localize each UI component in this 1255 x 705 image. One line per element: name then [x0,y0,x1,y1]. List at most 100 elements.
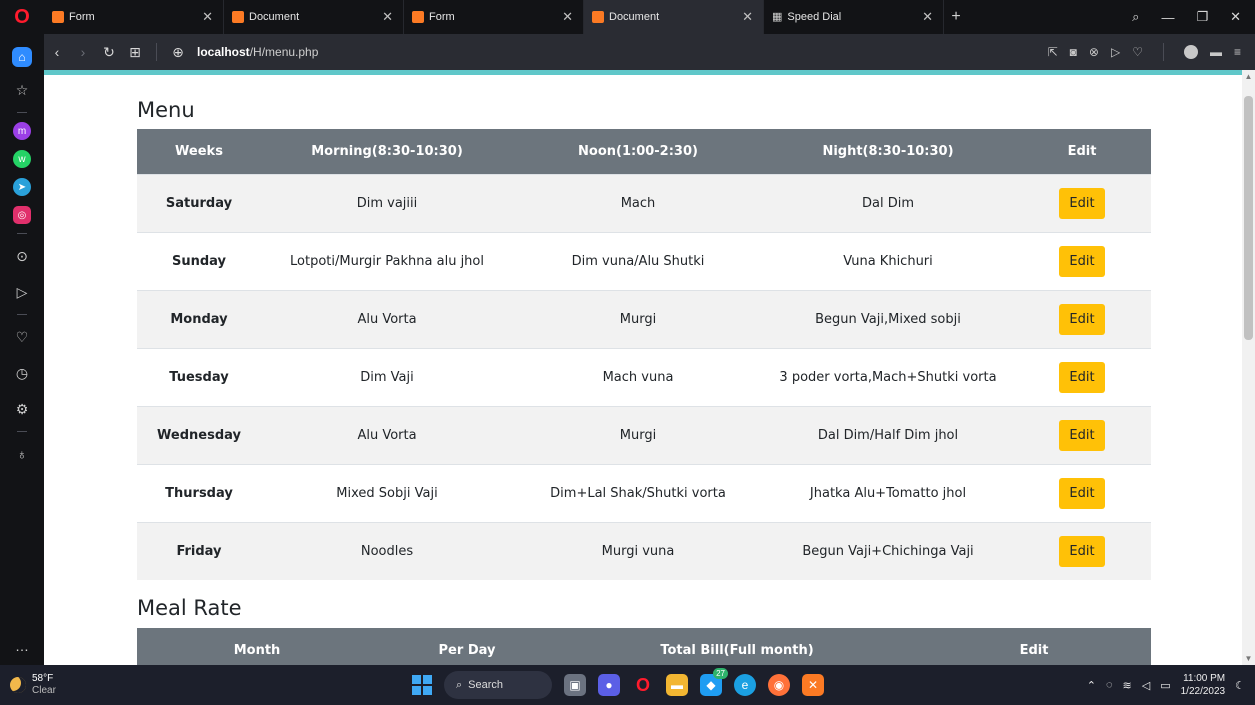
tab-label: Form [69,11,95,23]
column-header-weeks: Weeks [137,129,261,175]
close-icon[interactable]: ✕ [202,9,213,25]
clock-date: 1/22/2023 [1180,686,1226,697]
camera-icon[interactable]: ◙ [1070,45,1077,59]
edge-icon[interactable]: e [734,674,756,696]
edit-button[interactable]: Edit [1059,187,1105,219]
instagram-icon[interactable]: ◎ [13,206,31,224]
tab-document-2[interactable]: Document ✕ [584,0,764,34]
clock[interactable]: 11:00 PM 1/22/2023 [1181,672,1226,698]
day-cell: Saturday [137,173,261,232]
divider [17,314,27,315]
notifications-icon[interactable]: ☾ [1235,679,1245,692]
lightbulb-icon[interactable]: ♁ [9,441,35,467]
volume-icon[interactable]: ◁ [1142,679,1150,692]
morning-cell: Alu Vorta [261,405,513,464]
meet-icon[interactable]: ● [598,674,620,696]
restore-icon[interactable]: ❐ [1196,9,1208,25]
block-icon[interactable]: ⊗ [1089,45,1099,59]
file-explorer-icon[interactable]: ▬ [666,674,688,696]
task-view-icon[interactable]: ▣ [564,674,586,696]
close-window-icon[interactable]: ✕ [1230,9,1241,25]
edit-button[interactable]: Edit [1059,303,1105,335]
opera-logo-icon[interactable]: O [0,0,44,34]
messenger-icon[interactable]: m [13,122,31,140]
edit-button[interactable]: Edit [1059,245,1105,277]
history-icon[interactable]: ◷ [9,360,35,386]
telegram-icon[interactable]: ➤ [13,178,31,196]
url-host: localhost [197,45,250,59]
weather-widget[interactable]: 58°F Clear [0,673,56,697]
back-icon[interactable]: ‹ [44,44,70,60]
table-row: Thursday Mixed Sobji Vaji Dim+Lal Shak/S… [137,463,1151,522]
temperature: 58°F [32,673,54,684]
tabs-grid-icon[interactable]: ⊞ [122,44,148,61]
tab-document-1[interactable]: Document ✕ [224,0,404,34]
tab-speed-dial[interactable]: ▦ Speed Dial ✕ [764,0,944,34]
day-cell: Sunday [137,231,261,290]
search-tabs-icon[interactable]: ⌕ [1132,9,1139,25]
table-row: Wednesday Alu Vorta Murgi Dal Dim/Half D… [137,405,1151,464]
edit-button[interactable]: Edit [1059,477,1105,509]
tab-label: Document [249,11,300,23]
morning-cell: Dim vajiii [261,173,513,232]
column-header-edit: Edit [917,628,1151,665]
morning-cell: Lotpoti/Murgir Pakhna alu jhol [261,231,513,290]
tab-label: Form [429,11,455,23]
battery-icon[interactable]: ▭ [1160,679,1170,692]
wifi-icon[interactable]: ≋ [1123,679,1132,692]
scroll-up-icon[interactable]: ▲ [1242,72,1255,81]
xampp-icon [592,11,604,23]
close-icon[interactable]: ✕ [922,9,933,25]
column-header-noon: Noon(1:00-2:30) [513,129,763,175]
page-scrollbar[interactable]: ▲ ▼ [1242,70,1255,665]
opera-taskbar-icon[interactable]: O [632,674,654,696]
edit-button[interactable]: Edit [1059,361,1105,393]
edit-cell: Edit [1013,173,1151,232]
profile-avatar-icon[interactable] [1183,45,1198,59]
whatsapp-icon[interactable]: w [13,150,31,168]
settings-gear-icon[interactable]: ⚙ [9,396,35,422]
send-icon[interactable]: ▷ [1111,45,1120,59]
table-row: Friday Noodles Murgi vuna Begun Vaji+Chi… [137,521,1151,580]
xampp-taskbar-icon[interactable]: ✕ [802,674,824,696]
network-icon[interactable]: ◌ [1106,679,1113,691]
heart-icon[interactable]: ♡ [9,324,35,350]
store-icon[interactable]: ◆ 27 [700,668,728,696]
player-icon[interactable]: ⊙ [9,243,35,269]
flow-icon[interactable]: ▷ [9,279,35,305]
tab-label: Speed Dial [787,11,842,23]
tab-form-1[interactable]: Form ✕ [44,0,224,34]
star-icon[interactable]: ☆ [9,77,35,103]
new-tab-button[interactable]: + [944,0,968,34]
taskbar-apps: ⌕ Search ▣ ● O ▬ ◆ 27 e ◉ ✕ [412,665,824,705]
forward-icon[interactable]: › [70,44,96,60]
settings-menu-icon[interactable]: ≡ [1234,45,1241,59]
day-cell: Wednesday [137,405,261,464]
close-icon[interactable]: ✕ [742,9,753,25]
edit-button[interactable]: Edit [1059,419,1105,451]
address-bar: ‹ › ↻ ⊞ ⊕ localhost/H/menu.php ⇱ ◙ ⊗ ▷ ♡… [44,34,1255,70]
more-icon[interactable]: … [9,633,35,659]
chevron-up-icon[interactable]: ⌃ [1087,679,1096,692]
heart-icon[interactable]: ♡ [1132,45,1143,59]
tab-form-2[interactable]: Form ✕ [404,0,584,34]
taskbar-search[interactable]: ⌕ Search [444,671,552,699]
scrollbar-thumb[interactable] [1244,96,1253,340]
scroll-down-icon[interactable]: ▼ [1242,654,1255,663]
windows-start-icon[interactable] [412,675,432,695]
url-field[interactable]: localhost/H/menu.php [197,45,318,59]
reload-icon[interactable]: ↻ [96,44,122,61]
divider [156,43,157,61]
minimize-icon[interactable]: — [1161,10,1174,25]
search-label: Search [468,679,504,691]
night-cell: Jhatka Alu+Tomatto jhol [763,463,1013,522]
close-icon[interactable]: ✕ [562,9,573,25]
moon-icon [10,677,26,693]
close-icon[interactable]: ✕ [382,9,393,25]
share-icon[interactable]: ⇱ [1048,45,1058,59]
firefox-icon[interactable]: ◉ [768,674,790,696]
home-icon[interactable]: ⌂ [12,47,32,67]
browser-sidebar: ⌂ ☆ m w ➤ ◎ ⊙ ▷ ♡ ◷ ⚙ ♁ … [0,34,44,665]
battery-icon[interactable]: ▬ [1210,45,1222,59]
edit-button[interactable]: Edit [1059,535,1105,567]
